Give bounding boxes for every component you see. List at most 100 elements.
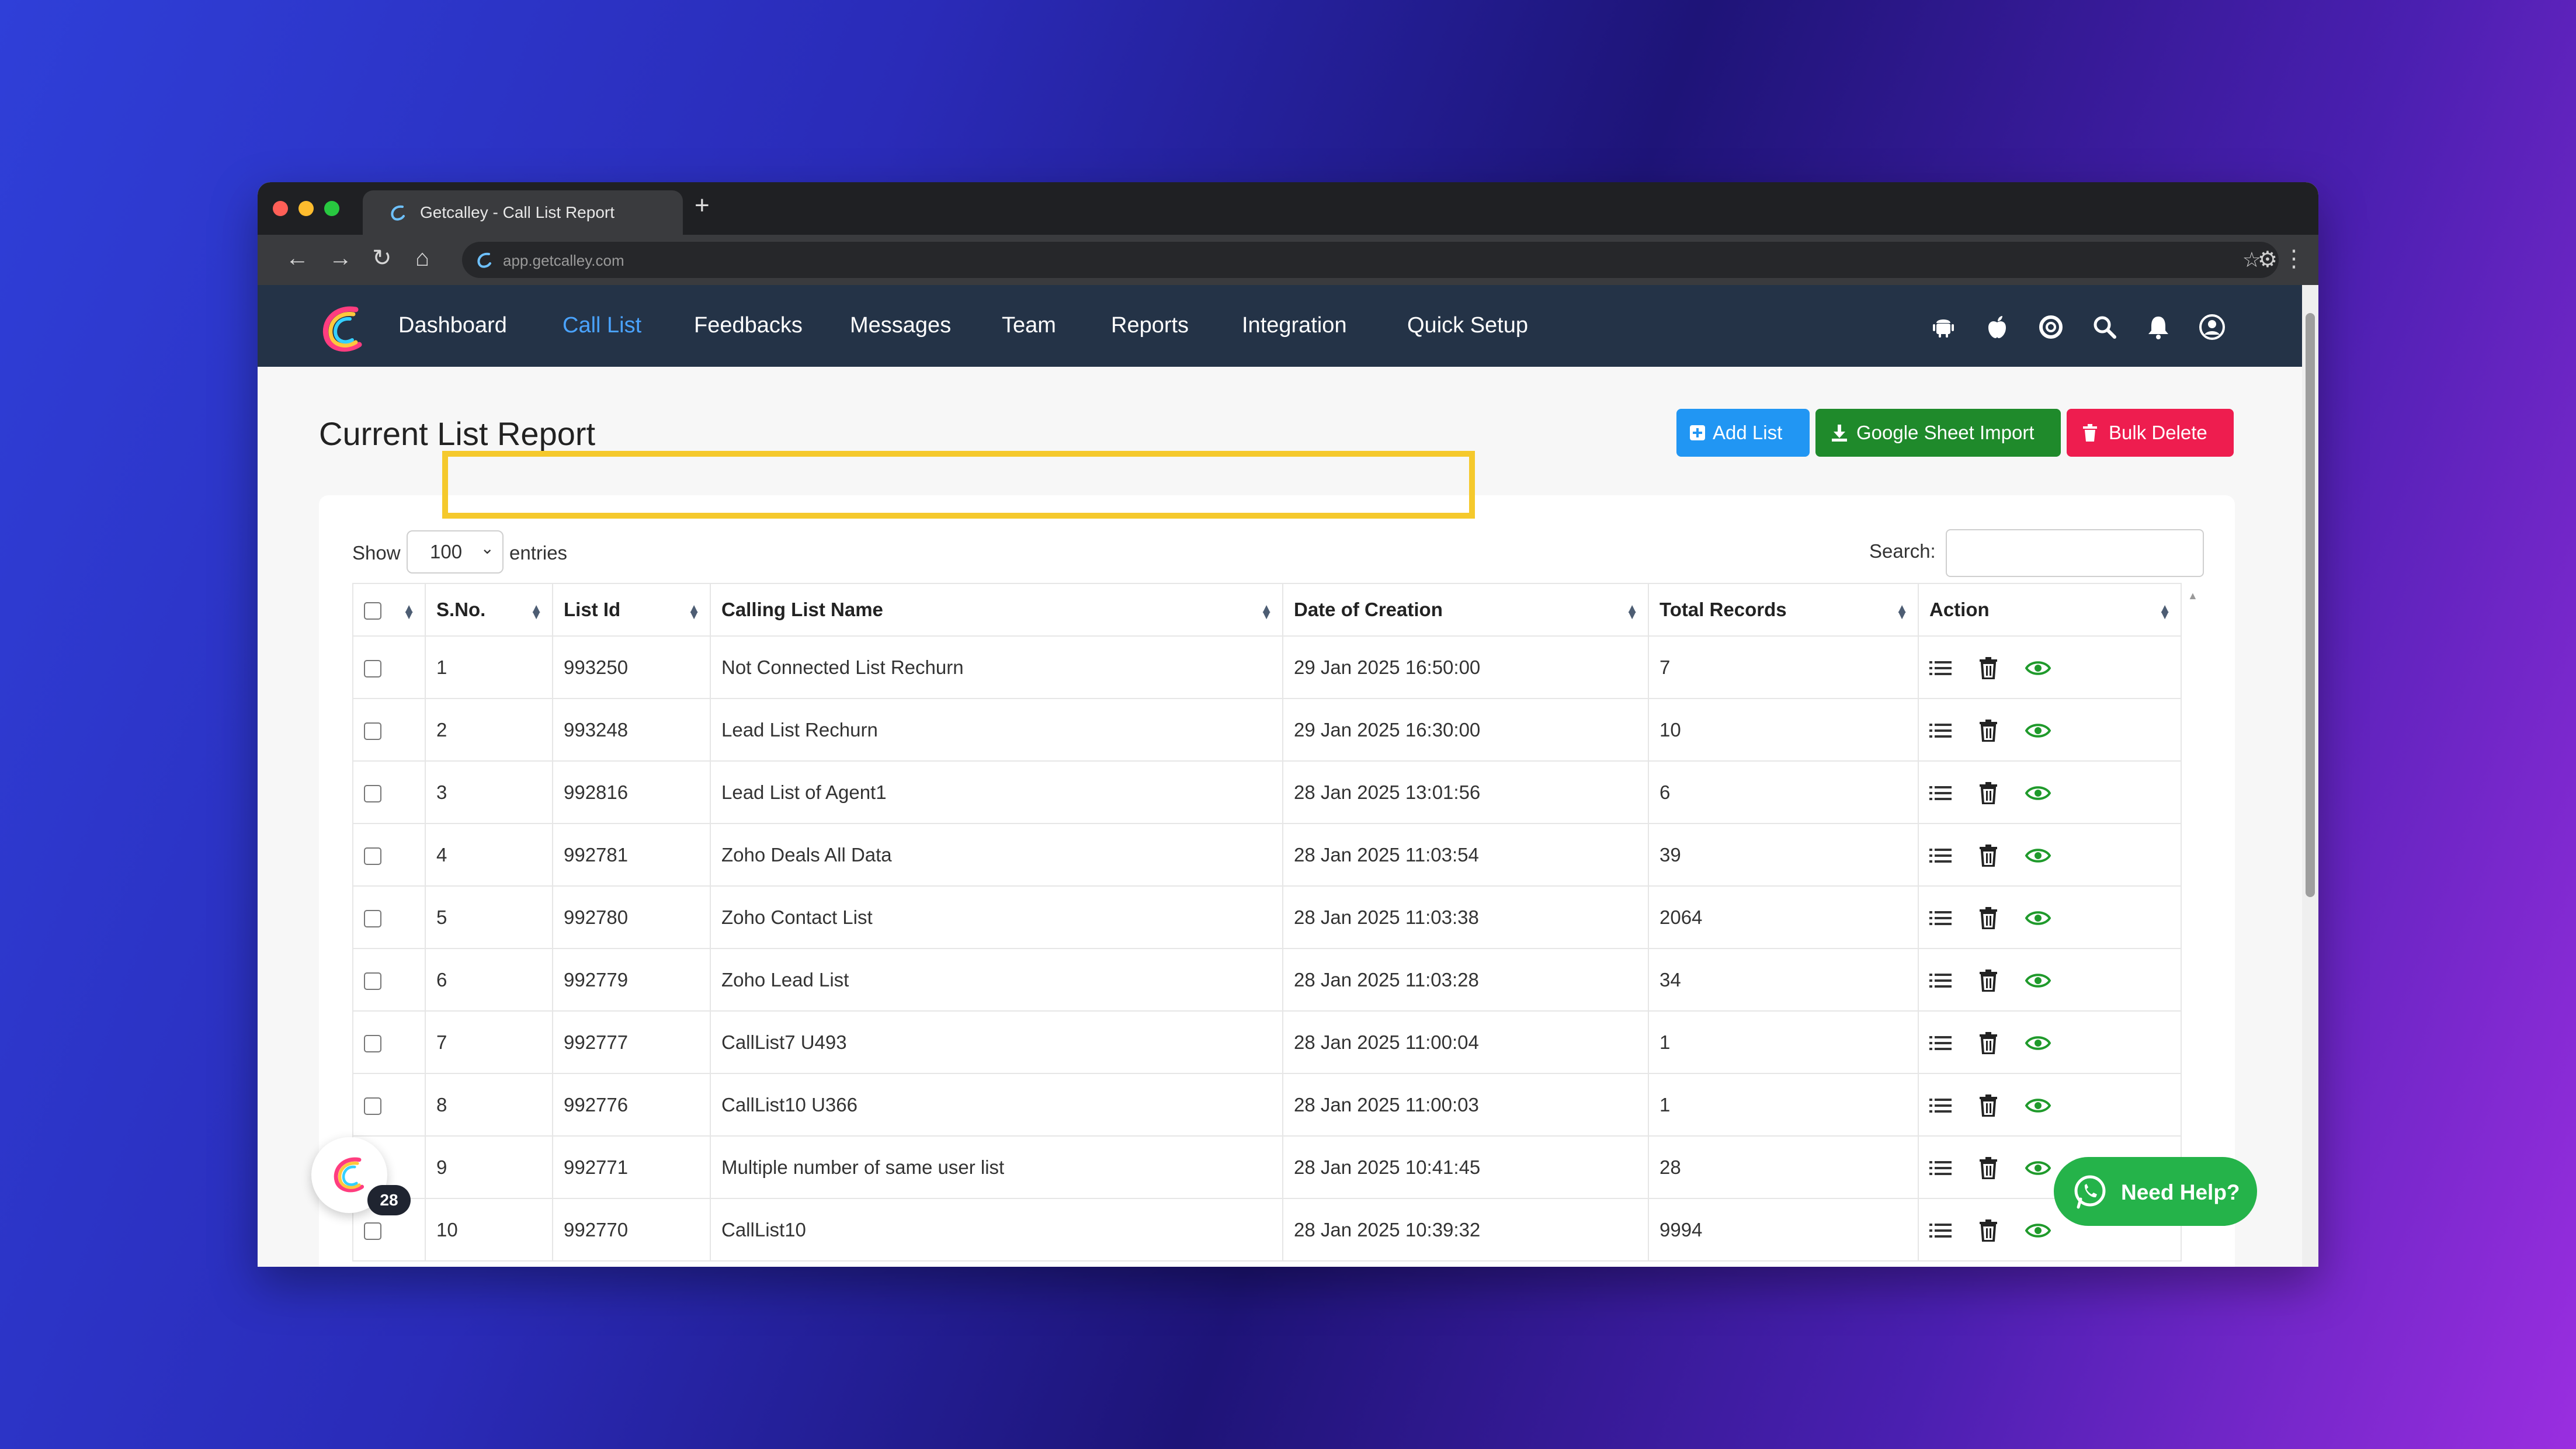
nav-quick-setup[interactable]: Quick Setup xyxy=(1407,313,1528,338)
sort-icon[interactable]: ▲ ▼ xyxy=(402,602,415,621)
trash-icon[interactable] xyxy=(1979,844,1998,867)
nav-feedbacks[interactable]: Feedbacks xyxy=(694,313,803,338)
bell-icon[interactable] xyxy=(2144,313,2172,341)
list-id-cell: 992780 xyxy=(552,885,711,949)
page-scrollbar-thumb[interactable] xyxy=(2306,313,2315,897)
eye-icon[interactable] xyxy=(2025,847,2051,864)
list-icon[interactable] xyxy=(1929,972,1952,989)
trash-icon[interactable] xyxy=(1979,719,1998,742)
column-header-list-id[interactable]: List Id ▲ ▼ xyxy=(552,583,711,637)
bulk-delete-button[interactable]: Bulk Delete xyxy=(2067,409,2234,457)
eye-icon[interactable] xyxy=(2025,909,2051,927)
maximize-window-button[interactable] xyxy=(324,201,339,216)
column-header-calling-list-name[interactable]: Calling List Name ▲ ▼ xyxy=(710,583,1283,637)
eye-icon[interactable] xyxy=(2025,1159,2051,1177)
column-header-action[interactable]: Action ▲ ▼ xyxy=(1918,583,2182,637)
nav-call-list[interactable]: Call List xyxy=(563,313,641,338)
column-header-total-records[interactable]: Total Records ▲ ▼ xyxy=(1648,583,1919,637)
sort-icon[interactable]: ▲ ▼ xyxy=(530,602,543,621)
row-checkbox[interactable] xyxy=(364,909,381,927)
list-icon[interactable] xyxy=(1929,847,1952,864)
back-icon[interactable]: ← xyxy=(286,246,309,270)
entries-per-page-select[interactable]: 100 ⌄ xyxy=(407,530,504,574)
search-input[interactable] xyxy=(1946,529,2204,577)
close-window-button[interactable] xyxy=(273,201,288,216)
user-profile-icon[interactable] xyxy=(2198,313,2226,341)
list-icon[interactable] xyxy=(1929,659,1952,677)
column-header-date-of-creation[interactable]: Date of Creation ▲ ▼ xyxy=(1282,583,1649,637)
nav-reports[interactable]: Reports xyxy=(1111,313,1189,338)
extensions-icon[interactable]: ⚙ xyxy=(2258,246,2278,273)
new-tab-button[interactable]: + xyxy=(695,193,710,218)
calling-list-name-link[interactable]: CallList7 U493 xyxy=(710,1010,1283,1074)
google-sheet-import-button[interactable]: Google Sheet Import xyxy=(1815,409,2061,457)
calling-list-name-link[interactable]: Zoho Deals All Data xyxy=(710,823,1283,887)
calling-list-name-link[interactable]: Multiple number of same user list xyxy=(710,1135,1283,1199)
list-icon[interactable] xyxy=(1929,722,1952,739)
row-checkbox[interactable] xyxy=(364,972,381,990)
apple-icon[interactable] xyxy=(1983,313,2011,341)
eye-icon[interactable] xyxy=(2025,722,2051,739)
sort-icon[interactable]: ▲ ▼ xyxy=(1260,602,1273,621)
row-checkbox[interactable] xyxy=(364,1097,381,1115)
eye-icon[interactable] xyxy=(2025,972,2051,989)
calling-list-name-link[interactable]: CallList10 xyxy=(710,1198,1283,1262)
sort-icon[interactable]: ▲ ▼ xyxy=(688,602,700,621)
list-icon[interactable] xyxy=(1929,909,1952,927)
home-icon[interactable]: ⌂ xyxy=(415,246,429,270)
list-icon[interactable] xyxy=(1929,784,1952,802)
select-all-checkbox[interactable] xyxy=(364,602,381,620)
trash-icon[interactable] xyxy=(1979,1094,1998,1117)
forward-icon[interactable]: → xyxy=(329,246,352,270)
row-checkbox[interactable] xyxy=(364,784,381,802)
calling-list-name-link[interactable]: CallList10 U366 xyxy=(710,1073,1283,1137)
trash-icon[interactable] xyxy=(1979,781,1998,805)
minimize-window-button[interactable] xyxy=(298,201,314,216)
row-checkbox[interactable] xyxy=(364,1034,381,1052)
sort-icon[interactable]: ▲ ▼ xyxy=(2158,602,2171,621)
support-icon[interactable] xyxy=(2037,313,2065,341)
eye-icon[interactable] xyxy=(2025,659,2051,677)
calling-list-name-link[interactable]: Zoho Lead List xyxy=(710,948,1283,1012)
add-list-button[interactable]: Add List xyxy=(1676,409,1810,457)
trash-icon[interactable] xyxy=(1979,969,1998,992)
calling-list-name-link[interactable]: Lead List Rechurn xyxy=(710,698,1283,762)
eye-icon[interactable] xyxy=(2025,1222,2051,1239)
list-icon[interactable] xyxy=(1929,1034,1952,1052)
getcalley-logo[interactable] xyxy=(315,301,371,357)
browser-menu-icon[interactable]: ⋮ xyxy=(2282,245,2306,272)
trash-icon[interactable] xyxy=(1979,1156,1998,1180)
calling-list-name-link[interactable]: Lead List of Agent1 xyxy=(710,760,1283,824)
calling-list-name-link[interactable]: Not Connected List Rechurn xyxy=(710,635,1283,699)
android-icon[interactable] xyxy=(1929,313,1957,341)
trash-icon[interactable] xyxy=(1979,906,1998,930)
reload-icon[interactable]: ↻ xyxy=(372,246,392,270)
search-icon[interactable] xyxy=(2091,313,2119,341)
browser-tab[interactable]: Getcalley - Call List Report xyxy=(363,190,683,235)
getcalley-widget-button[interactable]: 28 xyxy=(311,1137,411,1215)
list-icon[interactable] xyxy=(1929,1097,1952,1114)
page-scrollbar[interactable] xyxy=(2302,285,2318,1267)
trash-icon[interactable] xyxy=(1979,656,1998,680)
row-checkbox[interactable] xyxy=(364,722,381,740)
url-field[interactable]: app.getcalley.com ☆ xyxy=(462,242,2279,278)
sort-icon[interactable]: ▲ ▼ xyxy=(1626,602,1638,621)
trash-icon[interactable] xyxy=(1979,1031,1998,1055)
eye-icon[interactable] xyxy=(2025,1097,2051,1114)
nav-dashboard[interactable]: Dashboard xyxy=(398,313,507,338)
row-checkbox[interactable] xyxy=(364,847,381,865)
column-header-sno[interactable]: S.No. ▲ ▼ xyxy=(425,583,553,637)
sort-icon[interactable]: ▲ ▼ xyxy=(1895,602,1908,621)
eye-icon[interactable] xyxy=(2025,784,2051,802)
nav-integration[interactable]: Integration xyxy=(1242,313,1347,338)
list-icon[interactable] xyxy=(1929,1159,1952,1177)
need-help-button[interactable]: Need Help? xyxy=(2054,1157,2257,1226)
row-checkbox[interactable] xyxy=(364,659,381,677)
trash-icon[interactable] xyxy=(1979,1219,1998,1242)
nav-team[interactable]: Team xyxy=(1002,313,1056,338)
list-icon[interactable] xyxy=(1929,1222,1952,1239)
eye-icon[interactable] xyxy=(2025,1034,2051,1052)
nav-messages[interactable]: Messages xyxy=(850,313,951,338)
calling-list-name-link[interactable]: Zoho Contact List xyxy=(710,885,1283,949)
row-checkbox[interactable] xyxy=(364,1222,381,1240)
